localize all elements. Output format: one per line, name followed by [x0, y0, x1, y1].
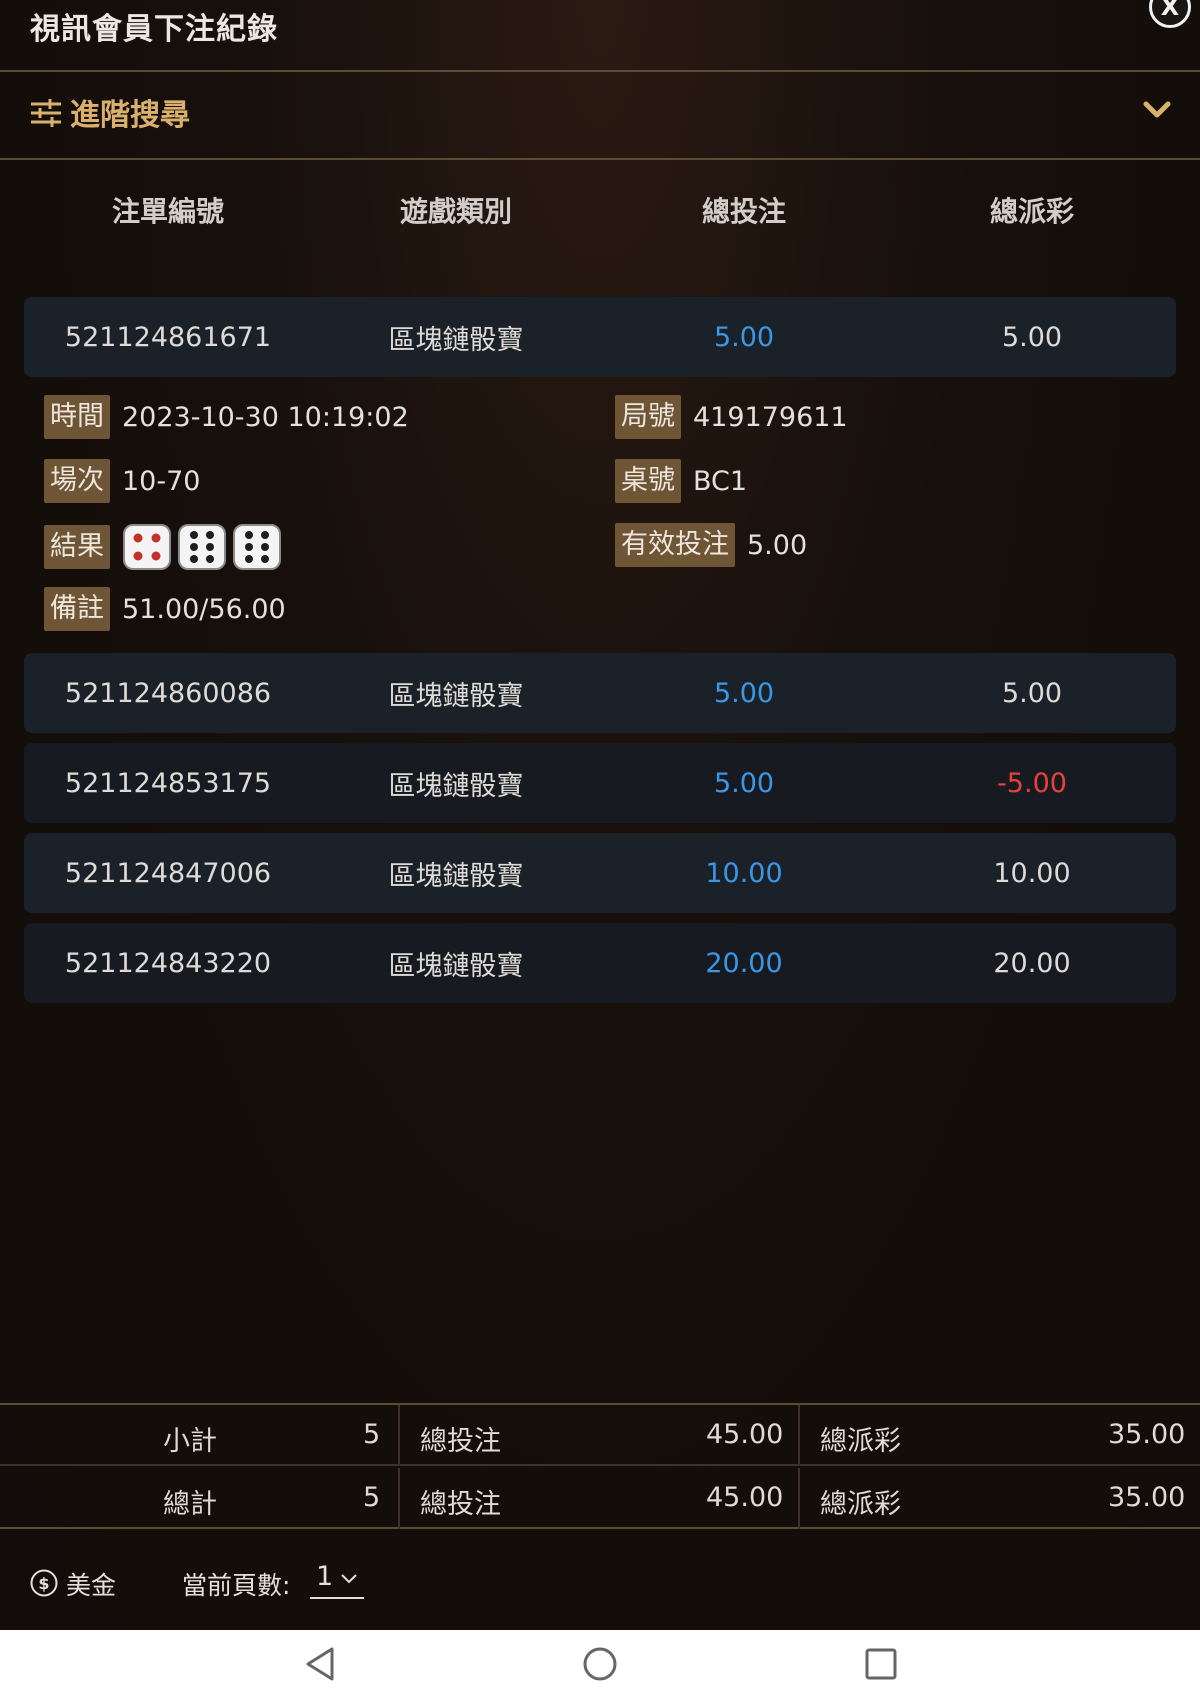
detail-valid-bet: 有效投注 5.00 [615, 523, 807, 567]
dice-four-icon [123, 524, 171, 570]
column-header-total-stake: 總投注 [701, 195, 786, 228]
total-payout: 35.00 [1108, 1482, 1186, 1513]
page-title: 視訊會員下注紀錄 [30, 12, 278, 47]
total-count: 5 [363, 1482, 381, 1513]
table-value: BC1 [693, 465, 748, 497]
subtotal-count: 5 [363, 1419, 381, 1450]
total-payout: 5.00 [1001, 677, 1063, 709]
game-type: 區塊鏈骰寶 [388, 950, 524, 982]
table-row[interactable]: 521124843220 區塊鏈骰寶 20.00 20.00 [24, 923, 1176, 1003]
detail-round: 局號 419179611 [615, 395, 848, 439]
chevron-down-icon [341, 1574, 357, 1584]
bet-id: 521124847006 [64, 857, 272, 889]
total-count-cell: 總計 5 [0, 1468, 400, 1529]
detail-time: 時間 2023-10-30 10:19:02 [44, 395, 409, 439]
nav-back-icon[interactable] [305, 1647, 335, 1681]
dice-six-icon [233, 524, 281, 570]
table-row[interactable]: 521124853175 區塊鏈骰寶 5.00 -5.00 [24, 743, 1176, 823]
bet-detail-panel: 時間 2023-10-30 10:19:02 局號 419179611 場次 1… [44, 395, 1174, 635]
subtotal-label: 小計 [163, 1426, 217, 1457]
detail-note: 備註 51.00/56.00 [44, 587, 286, 631]
session-value: 10-70 [122, 465, 201, 497]
total-stake: 5.00 [713, 677, 775, 709]
note-tag: 備註 [44, 587, 110, 631]
advanced-search-bar[interactable]: 進階搜尋 [0, 72, 1200, 160]
column-header-bet-id: 注單編號 [111, 195, 224, 228]
dice-six-icon [178, 524, 226, 570]
game-type: 區塊鏈骰寶 [388, 680, 524, 712]
subtotal-payout-cell: 總派彩 35.00 [800, 1405, 1200, 1466]
dollar-icon: $ [30, 1569, 58, 1597]
bet-id: 521124860086 [64, 677, 272, 709]
close-button[interactable]: X [1149, 0, 1191, 28]
subtotal-count-cell: 小計 5 [0, 1405, 400, 1466]
currency-label[interactable]: 美金 [66, 1566, 116, 1602]
game-type: 區塊鏈骰寶 [388, 324, 524, 356]
subtotal-row: 小計 5 總投注 45.00 總派彩 35.00 [0, 1405, 1200, 1466]
total-payout: 20.00 [993, 947, 1071, 979]
total-stake: 20.00 [705, 947, 783, 979]
chevron-down-icon[interactable] [1143, 100, 1171, 120]
filter-sliders-icon [31, 99, 61, 127]
footer: $ 美金 當前頁數: 1 [0, 1531, 1200, 1630]
game-type: 區塊鏈骰寶 [388, 770, 524, 802]
round-tag: 局號 [615, 395, 681, 439]
subtotal-stake: 45.00 [706, 1419, 784, 1450]
android-nav-bar [0, 1630, 1200, 1698]
time-value: 2023-10-30 10:19:02 [122, 401, 409, 433]
time-tag: 時間 [44, 395, 110, 439]
column-header-total-payout: 總派彩 [989, 195, 1074, 228]
summary-table: 小計 5 總投注 45.00 總派彩 35.00 總計 5 總投注 45.00 [0, 1403, 1200, 1529]
total-payout: 5.00 [1001, 321, 1063, 353]
svg-text:$: $ [38, 1574, 49, 1593]
nav-recents-icon[interactable] [865, 1648, 897, 1680]
total-stake: 45.00 [706, 1482, 784, 1513]
total-stake: 5.00 [713, 321, 775, 353]
table-row[interactable]: 521124860086 區塊鏈骰寶 5.00 5.00 [24, 653, 1176, 733]
total-stake-cell: 總投注 45.00 [400, 1468, 800, 1529]
page-select-value: 1 [316, 1561, 334, 1592]
detail-table: 桌號 BC1 [615, 459, 747, 503]
subtotal-payout-label: 總派彩 [820, 1426, 901, 1457]
table-row[interactable]: 521124847006 區塊鏈骰寶 10.00 10.00 [24, 833, 1176, 913]
result-tag: 結果 [44, 525, 110, 569]
app-window: 視訊會員下注紀錄 X 進階搜尋 注單編號 遊戲類別 總投注 總派彩 521124… [0, 0, 1200, 1630]
bet-id: 521124861671 [64, 321, 272, 353]
table-row[interactable]: 521124861671 區塊鏈骰寶 5.00 5.00 [24, 297, 1176, 377]
subtotal-payout: 35.00 [1108, 1419, 1186, 1450]
detail-result: 結果 [44, 523, 282, 571]
total-payout-cell: 總派彩 35.00 [800, 1468, 1200, 1529]
header: 視訊會員下注紀錄 X [0, 0, 1200, 72]
total-row: 總計 5 總投注 45.00 總派彩 35.00 [0, 1468, 1200, 1529]
total-stake-label: 總投注 [420, 1489, 501, 1520]
page-select[interactable]: 1 [310, 1559, 364, 1599]
page-label: 當前頁數: [182, 1571, 291, 1600]
table-tag: 桌號 [615, 459, 681, 503]
note-value: 51.00/56.00 [122, 593, 286, 625]
subtotal-stake-cell: 總投注 45.00 [400, 1405, 800, 1466]
table-header: 注單編號 遊戲類別 總投注 總派彩 [24, 190, 1176, 240]
game-type: 區塊鏈骰寶 [388, 860, 524, 892]
valid-bet-value: 5.00 [747, 529, 808, 561]
bet-id: 521124843220 [64, 947, 272, 979]
total-stake: 10.00 [705, 857, 783, 889]
total-payout: 10.00 [993, 857, 1071, 889]
dice-result [122, 523, 282, 571]
round-value: 419179611 [693, 401, 848, 433]
total-payout: -5.00 [997, 767, 1067, 799]
session-tag: 場次 [44, 459, 110, 503]
valid-bet-tag: 有效投注 [615, 523, 735, 567]
nav-home-icon[interactable] [583, 1647, 617, 1681]
column-header-game-type: 遊戲類別 [399, 195, 512, 228]
advanced-search-label: 進階搜尋 [70, 98, 190, 133]
detail-session: 場次 10-70 [44, 459, 200, 503]
subtotal-stake-label: 總投注 [420, 1426, 501, 1457]
total-label: 總計 [163, 1489, 217, 1520]
total-payout-label: 總派彩 [820, 1489, 901, 1520]
total-stake: 5.00 [713, 767, 775, 799]
bet-id: 521124853175 [64, 767, 272, 799]
